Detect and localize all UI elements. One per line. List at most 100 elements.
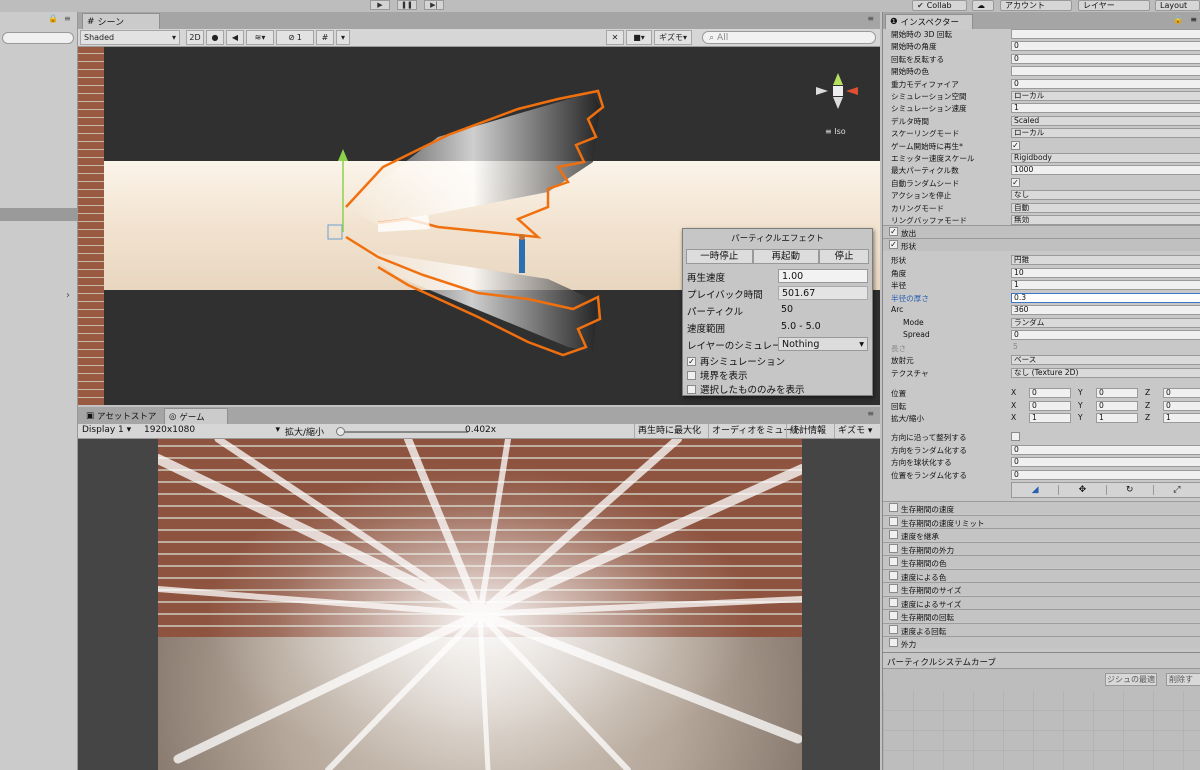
module-header[interactable]: 生存期間の外力	[883, 541, 1200, 555]
main-prop-value[interactable]: 自動	[1011, 202, 1200, 213]
restart-particles-button[interactable]: 再起動	[752, 248, 819, 264]
transform-y-input[interactable]: 0	[1096, 388, 1138, 398]
align-prop-label[interactable]: 方向をランダム化する	[891, 445, 967, 456]
lighting-toggle[interactable]: ●	[206, 30, 224, 45]
emission-module-header[interactable]: ✓ 放出	[883, 225, 1200, 238]
main-prop-label[interactable]: 回転を反転する	[891, 54, 944, 65]
module-header[interactable]: 外力	[883, 636, 1200, 649]
main-prop-label[interactable]: スケーリングモード	[891, 128, 959, 139]
main-prop-value[interactable]: 1000	[1011, 165, 1200, 176]
shape-prop-label[interactable]: 長さ	[891, 343, 906, 354]
align-prop-label[interactable]: 位置をランダム化する	[891, 470, 967, 481]
main-prop-value[interactable]: ローカル	[1011, 128, 1200, 139]
grid-toggle[interactable]: #	[316, 30, 334, 45]
playback-speed-input[interactable]: 1.00	[778, 269, 868, 283]
display-dropdown[interactable]: Display 1 ▾	[82, 425, 131, 435]
main-prop-value[interactable]: 0	[1011, 41, 1200, 52]
module-checkbox[interactable]	[889, 597, 898, 607]
tools-button[interactable]: ✕	[606, 30, 624, 45]
tab-asset-store[interactable]: ▣ アセットストア	[82, 408, 162, 424]
module-checkbox[interactable]	[889, 557, 898, 566]
cloud-button[interactable]: ☁	[972, 0, 994, 11]
main-prop-label[interactable]: エミッター速度スケール	[891, 153, 975, 164]
show-bounds-checkbox[interactable]	[687, 370, 696, 380]
inspector-lock-icon[interactable]: 🔒	[1173, 15, 1183, 24]
shape-prop-value[interactable]: なし (Texture 2D)	[1011, 367, 1200, 378]
main-prop-value[interactable]	[1011, 66, 1200, 77]
shape-prop-value[interactable]: 360	[1011, 305, 1200, 315]
show-selected-only-checkbox[interactable]	[687, 384, 696, 394]
delete-button[interactable]: 削除す	[1166, 673, 1200, 686]
module-header[interactable]: 速度よる回転	[883, 622, 1200, 636]
show-selected-only-row[interactable]: 選択したもののみを表示	[687, 382, 805, 396]
pause-particles-button[interactable]: 一時停止	[686, 248, 753, 264]
playback-time-input[interactable]: 501.67	[778, 286, 868, 300]
module-checkbox[interactable]	[889, 638, 898, 647]
shading-mode-dropdown[interactable]: Shaded ▾	[80, 30, 180, 45]
shape-prop-value[interactable]: 円錐	[1011, 255, 1200, 265]
shape-prop-label[interactable]: 半径	[891, 280, 906, 291]
shape-prop-label[interactable]: Arc	[891, 305, 903, 314]
inspector-menu-icon[interactable]: ≡	[1190, 15, 1197, 24]
transform-z-input[interactable]: 0	[1163, 388, 1200, 398]
transform-z-input[interactable]: 0	[1163, 400, 1200, 411]
module-checkbox[interactable]	[889, 503, 898, 512]
audio-toggle[interactable]: ◀	[226, 30, 244, 45]
main-prop-value[interactable]: Scaled	[1011, 115, 1200, 126]
emission-checkbox[interactable]: ✓	[889, 227, 898, 236]
show-bounds-row[interactable]: 境界を表示	[687, 368, 748, 382]
align-prop-value[interactable]: 0	[1011, 444, 1200, 455]
main-prop-label[interactable]: 最大パーティクル数	[891, 165, 959, 176]
module-checkbox[interactable]	[889, 516, 898, 526]
transform-y-input[interactable]: 1	[1096, 413, 1138, 423]
main-prop-checkbox[interactable]: ✓	[1011, 177, 1020, 187]
main-prop-checkbox[interactable]: ✓	[1011, 140, 1020, 150]
curves-area[interactable]: ジシュの最適 削除す	[883, 668, 1200, 770]
layers-dropdown[interactable]: レイヤー	[1078, 0, 1150, 11]
camera-dropdown[interactable]: ■▾	[626, 30, 652, 45]
hierarchy-search-input[interactable]	[2, 32, 74, 44]
main-prop-label[interactable]: シミュレーション空間	[891, 91, 967, 102]
shape-prop-value[interactable]: 0	[1011, 330, 1200, 340]
game-gizmos-toggle[interactable]: ギズモ ▾	[834, 424, 875, 438]
main-prop-label[interactable]: 開始時の 3D 回転	[891, 29, 952, 40]
main-prop-value[interactable]: なし	[1011, 190, 1200, 201]
transform-z-input[interactable]: 1	[1163, 413, 1200, 423]
scale-tool-button[interactable]: ⤢	[1154, 485, 1200, 495]
collab-button[interactable]: ✔ Collab	[912, 0, 967, 11]
account-dropdown[interactable]: アカウント	[1000, 0, 1072, 11]
scene-menu-icon[interactable]: ≡	[867, 14, 874, 23]
main-prop-value[interactable]: 無効	[1011, 215, 1200, 225]
main-prop-label[interactable]: 開始時の角度	[891, 41, 937, 52]
tab-scene[interactable]: # シーン	[82, 13, 160, 29]
optimize-button[interactable]: ジシュの最適	[1105, 673, 1157, 686]
main-prop-value[interactable]: ローカル	[1011, 91, 1200, 101]
play-button[interactable]: ▶	[370, 0, 390, 10]
shape-prop-value[interactable]: 1	[1011, 280, 1200, 290]
main-prop-value[interactable]: 1	[1011, 103, 1200, 114]
hidden-objects-toggle[interactable]: ⊘ 1	[276, 30, 314, 45]
effects-dropdown[interactable]: ≋▾	[246, 30, 274, 45]
main-prop-label[interactable]: アクションを停止	[891, 190, 951, 201]
orientation-center-cube[interactable]	[833, 86, 843, 96]
grid-dropdown[interactable]: ▾	[336, 30, 350, 45]
shape-prop-label[interactable]: Spread	[903, 330, 930, 339]
module-checkbox[interactable]	[889, 543, 898, 553]
orientation-neg-x-cone[interactable]	[816, 87, 828, 95]
shape-prop-label[interactable]: 放射元	[891, 355, 914, 366]
resolution-dropdown[interactable]: 1920x1080 ▾	[144, 425, 280, 435]
menu-icon[interactable]: ≡	[64, 14, 71, 23]
resimulate-checkbox[interactable]: ✓	[687, 356, 696, 366]
shape-prop-value[interactable]: ランダム	[1011, 317, 1200, 328]
module-checkbox[interactable]	[889, 584, 898, 593]
tab-inspector[interactable]: ❶ インスペクター	[885, 14, 973, 29]
lock-icon[interactable]: 🔒	[48, 14, 58, 23]
transform-y-input[interactable]: 0	[1096, 400, 1138, 411]
main-prop-value[interactable]: 0	[1011, 78, 1200, 89]
align-checkbox[interactable]	[1011, 432, 1020, 441]
scene-search-input[interactable]: ⌕ All	[702, 31, 876, 44]
stop-particles-button[interactable]: 停止	[819, 248, 869, 264]
main-prop-label[interactable]: デルタ時間	[891, 116, 929, 127]
simulate-layers-dropdown[interactable]: Nothing ▾	[778, 337, 868, 351]
scale-slider-thumb[interactable]	[336, 427, 345, 436]
